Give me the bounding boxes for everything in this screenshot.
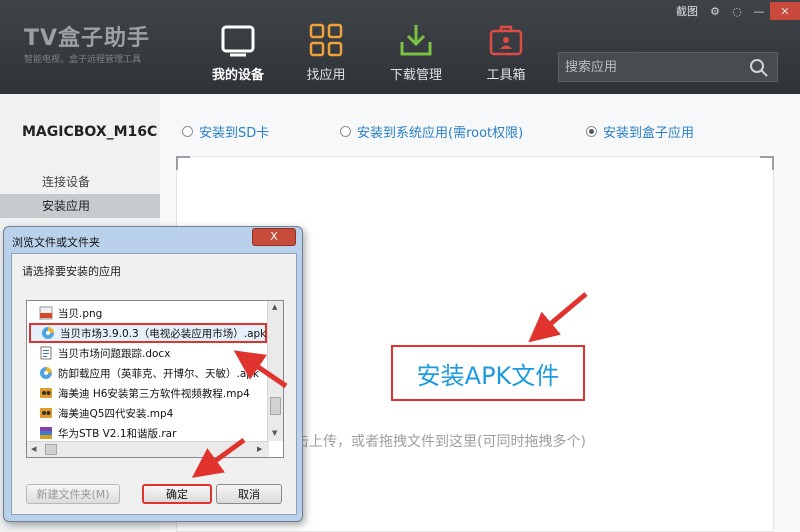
screenshot-link[interactable]: 截图 [676, 3, 698, 19]
sidebar-item-install-apps[interactable]: 安装应用 [0, 194, 160, 218]
scroll-left-icon[interactable]: ◀ [31, 445, 36, 453]
file-name: 华为STB V2.1和谐版.rar [58, 427, 177, 440]
option-label: 安装到盒子应用 [603, 126, 695, 141]
file-name: 当贝市场问题跟踪.docx [58, 347, 171, 360]
app-header: TV盒子助手 智能电视，盒子远程管理工具 我的设备 找应用 下载管理 工具箱 截… [0, 0, 800, 94]
scroll-down-icon[interactable]: ▼ [272, 429, 277, 437]
download-icon [400, 25, 432, 56]
file-item[interactable]: 海美迪 H6安装第三方软件视频教程.mp4 [29, 383, 267, 403]
file-item[interactable]: 当贝.png [29, 303, 267, 323]
horizontal-scrollbar[interactable]: ◀ ▶ [27, 441, 269, 457]
toolbox-icon [489, 25, 523, 56]
dialog-title: 浏览文件或文件夹 [12, 236, 100, 249]
scroll-up-icon[interactable]: ▲ [272, 303, 277, 311]
install-apk-button[interactable]: 安装APK文件 [391, 345, 585, 401]
search-box [558, 52, 778, 82]
option-box-app[interactable]: 安装到盒子应用 [586, 122, 694, 141]
window-controls: 截图 ⚙ ◌ — ✕ [670, 2, 800, 20]
rar-file-icon [40, 427, 52, 439]
dialog-body: 请选择要安装的应用 当贝.png 当贝市场3.9.0.3（电视必装应用市场）.a… [11, 253, 297, 515]
png-file-icon [39, 306, 53, 320]
corner-mark [176, 156, 190, 170]
doc-file-icon [40, 346, 52, 360]
nav-label: 工具箱 [486, 68, 526, 83]
search-icon[interactable] [749, 58, 769, 78]
close-icon[interactable]: ✕ [770, 2, 800, 20]
vertical-scrollbar[interactable]: ▲ ▼ [267, 301, 283, 441]
nav-label: 我的设备 [211, 68, 264, 83]
feedback-icon[interactable]: ◌ [726, 2, 748, 20]
browse-file-dialog: 浏览文件或文件夹 X 请选择要安装的应用 当贝.png 当贝市场3.9.0.3（… [3, 226, 303, 522]
video-file-icon [40, 408, 52, 418]
tablet-icon [221, 25, 255, 57]
ok-button[interactable]: 确定 [142, 484, 212, 504]
file-name: 当贝市场3.9.0.3（电视必装应用市场）.apk [60, 327, 267, 340]
file-name: 防卸载应用（英菲克、开博尔、天敏）.apk [58, 367, 260, 380]
nav-toolbox[interactable]: 工具箱 [464, 0, 548, 94]
scroll-right-icon[interactable]: ▶ [257, 445, 262, 453]
nav-find-apps[interactable]: 找应用 [284, 0, 368, 94]
file-item[interactable]: 当贝市场问题跟踪.docx [29, 343, 267, 363]
option-sd-card[interactable]: 安装到SD卡 [182, 122, 269, 141]
sidebar-item-connect-device[interactable]: 连接设备 [0, 170, 160, 194]
radio-button [340, 126, 351, 137]
option-label: 安装到系统应用(需root权限) [357, 126, 524, 141]
apk-file-icon [42, 327, 54, 339]
file-item[interactable]: 防卸载应用（英菲克、开博尔、天敏）.apk [29, 363, 267, 383]
corner-mark [760, 156, 774, 170]
grid-icon [309, 23, 343, 57]
cancel-button[interactable]: 取消 [216, 484, 282, 504]
option-system-app[interactable]: 安装到系统应用(需root权限) [340, 122, 523, 141]
file-list: 当贝.png 当贝市场3.9.0.3（电视必装应用市场）.apk 当贝市场问题跟… [26, 300, 284, 458]
nav-my-device[interactable]: 我的设备 [196, 0, 280, 94]
video-file-icon [40, 388, 52, 398]
option-label: 安装到SD卡 [199, 126, 270, 141]
scroll-thumb[interactable] [45, 444, 57, 455]
file-name: 当贝.png [58, 307, 103, 320]
drop-hint-text: 击上传，或者拖拽文件到这里(可同时拖拽多个) [295, 434, 586, 450]
scroll-thumb[interactable] [270, 397, 281, 415]
apk-file-icon [40, 367, 52, 379]
radio-button [182, 126, 193, 137]
gear-icon[interactable]: ⚙ [704, 2, 726, 20]
file-item[interactable]: 海美迪Q5四代安装.mp4 [29, 403, 267, 423]
nav-label: 下载管理 [389, 68, 442, 83]
install-target-options: 安装到SD卡 安装到系统应用(需root权限) 安装到盒子应用 [160, 122, 800, 142]
file-item-selected[interactable]: 当贝市场3.9.0.3（电视必装应用市场）.apk [29, 323, 267, 343]
file-item[interactable]: 华为STB V2.1和谐版.rar [29, 423, 267, 443]
radio-button-selected [586, 126, 597, 137]
search-input[interactable] [565, 57, 745, 77]
nav-label: 找应用 [306, 68, 346, 83]
dialog-close-button[interactable]: X [252, 228, 296, 246]
dialog-prompt: 请选择要安装的应用 [22, 265, 121, 278]
nav-downloads[interactable]: 下载管理 [374, 0, 458, 94]
file-name: 海美迪 H6安装第三方软件视频教程.mp4 [58, 387, 250, 400]
minimize-icon[interactable]: — [748, 2, 770, 20]
file-name: 海美迪Q5四代安装.mp4 [58, 407, 174, 420]
new-folder-button[interactable]: 新建文件夹(M) [26, 484, 120, 504]
app-logo-subtitle: 智能电视，盒子远程管理工具 [24, 55, 142, 65]
app-logo: TV盒子助手 [24, 26, 151, 51]
device-name: MAGICBOX_M16C [22, 124, 158, 140]
